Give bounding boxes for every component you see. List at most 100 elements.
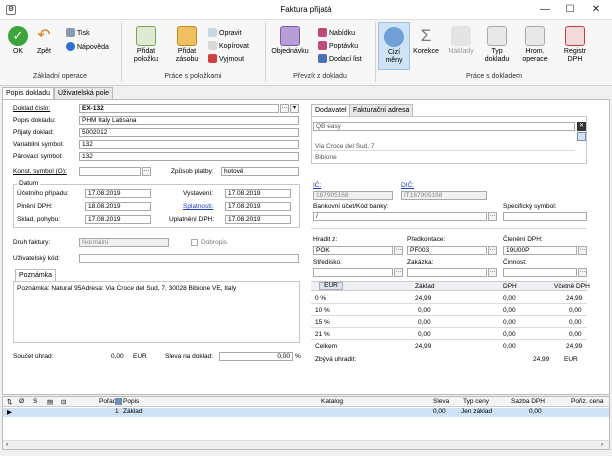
grid-header-catalog[interactable]: Katalog xyxy=(321,398,343,405)
credit-note-checkbox[interactable] xyxy=(191,239,198,246)
scroll-left-icon[interactable]: ‹ xyxy=(6,441,8,448)
grid-header-price-type[interactable]: Typ ceny xyxy=(463,398,489,405)
doc-number-browse-button[interactable]: ··· xyxy=(280,104,289,113)
delivery-note-button[interactable]: Dodací list xyxy=(318,54,362,63)
stock-date-field[interactable]: 17.08.2019 xyxy=(85,215,151,224)
pay-from-browse-button[interactable]: ··· xyxy=(394,246,403,255)
specific-symbol-field[interactable] xyxy=(503,212,587,221)
inquiry-button[interactable]: Poptávku xyxy=(318,41,358,50)
add-stock-button[interactable]: Přidat zásobu xyxy=(170,26,204,64)
horizontal-scrollbar[interactable]: ‹ › xyxy=(3,440,609,449)
vat-date-field[interactable]: 18.08.2019 xyxy=(85,202,151,211)
edit-button[interactable]: Opravit xyxy=(208,28,242,37)
due-date-label[interactable]: Splatnosti: xyxy=(183,203,213,210)
grid-header-cost-price[interactable]: Pořiz. cena xyxy=(571,398,604,405)
pairing-symbol-field[interactable]: 132 xyxy=(79,152,299,161)
help-button[interactable]: Nápověda xyxy=(66,42,109,51)
specific-symbol-label: Specifický symbol: xyxy=(503,203,557,210)
scroll-right-icon[interactable]: › xyxy=(601,441,603,448)
cut-button[interactable]: Vyjmout xyxy=(208,54,244,63)
bulk-operation-icon xyxy=(525,26,545,46)
issued-date-field[interactable]: 17.08.2019 xyxy=(225,189,291,198)
pay-from-field[interactable]: POK xyxy=(313,246,393,255)
note-tab[interactable]: Poznámka xyxy=(15,269,57,281)
close-icon[interactable]: ✕ xyxy=(577,122,586,131)
activity-field[interactable] xyxy=(503,268,577,277)
address-book-icon[interactable] xyxy=(577,132,586,141)
tab-document-description[interactable]: Popis dokladu xyxy=(2,87,54,99)
add-item-button[interactable]: Přidat položku xyxy=(128,26,164,64)
doc-number-dropdown-button[interactable]: ▾ xyxy=(290,104,299,113)
column-settings-icon[interactable] xyxy=(115,398,122,405)
user-code-field[interactable] xyxy=(79,254,299,263)
help-label: Nápověda xyxy=(77,44,109,51)
foreign-currency-button[interactable]: Cizí měny xyxy=(378,22,410,70)
tab-user-fields[interactable]: Uživatelská pole xyxy=(54,87,113,99)
payment-method-select[interactable]: hotově xyxy=(221,167,299,176)
back-button[interactable]: ↶ Zpět xyxy=(32,26,56,56)
doc-type-button[interactable]: Typ dokladu xyxy=(482,26,512,64)
vat-class-field[interactable]: 19Ú00P xyxy=(503,246,577,255)
vat-total-base: 24,99 xyxy=(415,343,432,350)
payments-total-currency: EUR xyxy=(133,353,147,360)
close-button[interactable]: ✕ xyxy=(586,3,606,17)
vat-header-vat: DPH xyxy=(503,283,517,290)
edit-label: Opravit xyxy=(219,30,242,37)
grid-header-discount[interactable]: Sleva xyxy=(433,398,449,405)
dic-field[interactable]: IT187905168 xyxy=(401,191,487,200)
grid-header-description[interactable]: Popis xyxy=(123,398,139,405)
ok-button[interactable]: ✓ OK xyxy=(6,26,30,56)
ok-label: OK xyxy=(12,48,24,55)
percent-sign: % xyxy=(295,353,301,360)
copy-button[interactable]: Kopírovat xyxy=(208,41,249,50)
note-area[interactable]: Poznámka: Natural 95Adresa: Via Croce de… xyxy=(13,281,300,343)
constant-symbol-browse-button[interactable]: ··· xyxy=(142,167,151,176)
supplier-name-field[interactable]: QB easy xyxy=(313,122,575,131)
maximize-button[interactable]: ☐ xyxy=(560,3,580,17)
dic-label[interactable]: DIČ: xyxy=(401,182,414,189)
bulk-operation-button[interactable]: Hrom. operace xyxy=(520,26,550,64)
doc-discount-field[interactable]: 0,00 xyxy=(219,352,293,361)
vat-claim-date-field[interactable]: 17.08.2019 xyxy=(225,215,291,224)
order-button[interactable]: Objednávku xyxy=(270,26,310,56)
variable-symbol-label: Variabilní symbol: xyxy=(13,141,64,148)
date-case-field[interactable]: 17.08.2019 xyxy=(85,189,151,198)
costs-button[interactable]: Náklady xyxy=(446,26,476,56)
doc-desc-field[interactable]: PHM Italy Latisana xyxy=(79,116,299,125)
vat-register-button[interactable]: Registr DPH xyxy=(560,26,590,64)
vat-class-browse-button[interactable]: ··· xyxy=(578,246,587,255)
minimize-button[interactable]: — xyxy=(535,3,555,17)
precontrol-field[interactable]: PF003 xyxy=(407,246,487,255)
cut-label: Vyjmout xyxy=(219,56,245,63)
constant-symbol-label: Konst. symbol (O): xyxy=(13,168,67,175)
bank-account-browse-button[interactable]: ··· xyxy=(488,212,497,221)
grid-header-vat-rate[interactable]: Sazba DPH xyxy=(511,398,545,405)
invoice-type-select[interactable]: Normální xyxy=(79,238,169,247)
correction-button[interactable]: Σ Korekce xyxy=(412,26,440,56)
constant-symbol-field[interactable] xyxy=(79,167,141,176)
sort-icon[interactable]: ⇅ xyxy=(7,398,12,406)
variable-symbol-field[interactable]: 132 xyxy=(79,140,299,149)
doc-number-field[interactable]: EX-132 xyxy=(79,104,279,113)
tab-billing-address[interactable]: Fakturační adresa xyxy=(349,104,414,116)
center-browse-button[interactable]: ··· xyxy=(394,268,403,277)
foreign-currency-label: Cizí měny xyxy=(385,49,403,64)
vat-row-total: 0,00 xyxy=(569,319,582,326)
ico-field[interactable]: 187905168 xyxy=(313,191,393,200)
print-button[interactable]: Tisk xyxy=(66,28,90,37)
invoice-type-label: Druh faktury: xyxy=(13,239,51,246)
activity-browse-button[interactable]: ··· xyxy=(578,268,587,277)
bank-account-field[interactable]: / xyxy=(313,212,487,221)
center-field[interactable] xyxy=(313,268,393,277)
ico-label[interactable]: IČ: xyxy=(313,182,321,189)
offer-button[interactable]: Nabídku xyxy=(318,28,355,37)
order-field[interactable] xyxy=(407,268,487,277)
table-row[interactable]: ▶ 1 Základ 0,00 Jen základ 0,00 xyxy=(3,408,609,417)
row-order-cell: 1 xyxy=(115,408,119,415)
tab-supplier[interactable]: Dodavatel xyxy=(311,104,351,116)
precontrol-browse-button[interactable]: ··· xyxy=(488,246,497,255)
received-doc-field[interactable]: 5002012 xyxy=(79,128,299,137)
order-browse-button[interactable]: ··· xyxy=(488,268,497,277)
check-icon: ✓ xyxy=(8,26,28,46)
due-date-field[interactable]: 17.08.2019 xyxy=(225,202,291,211)
